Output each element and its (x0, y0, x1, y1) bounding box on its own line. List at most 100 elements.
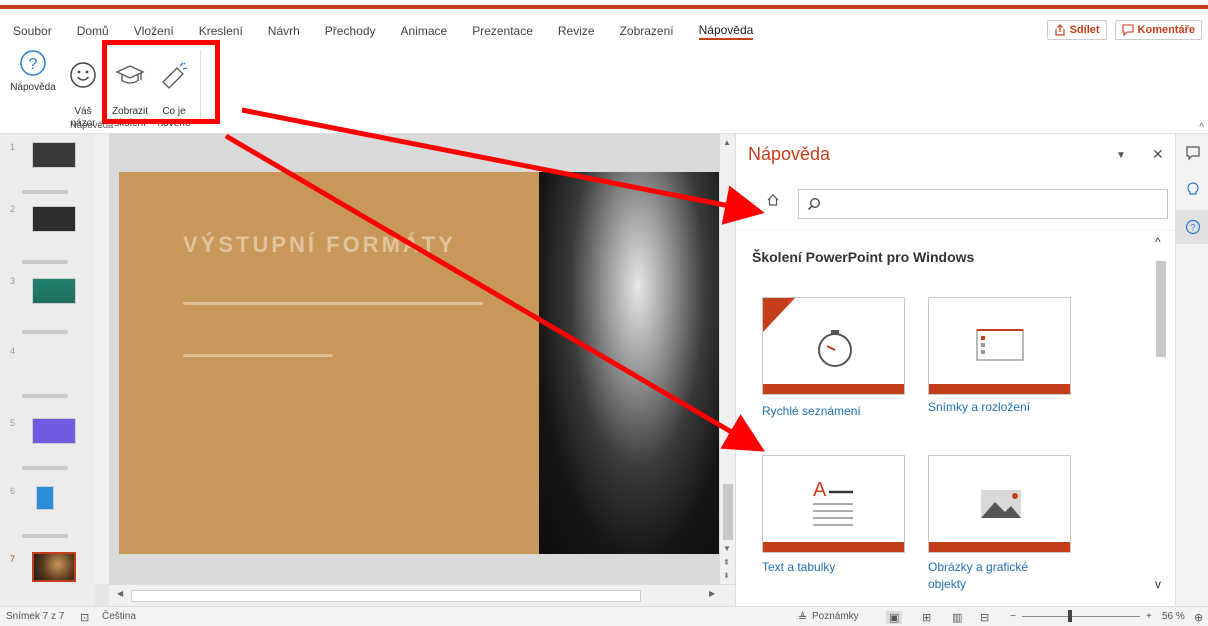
comments-button[interactable]: Komentáře (1114, 20, 1202, 40)
next-slide-icon[interactable]: ⇟ (723, 571, 730, 580)
search-icon (808, 198, 820, 210)
fit-to-window-icon[interactable]: ⊕ (1194, 611, 1203, 624)
help-search-input[interactable] (827, 196, 1157, 212)
tab-animations[interactable]: Animace (401, 24, 448, 38)
zoom-level[interactable]: 56 % (1162, 611, 1185, 622)
scroll-up-icon[interactable]: ▲ (723, 138, 731, 147)
zoom-slider-track[interactable] (1022, 616, 1140, 617)
title-bar-accent (0, 0, 1208, 12)
tab-file[interactable]: Soubor (13, 24, 52, 38)
tab-home[interactable]: Domů (77, 24, 109, 38)
thumb-number: 6 (10, 486, 16, 496)
card-quick-start[interactable] (762, 297, 905, 395)
tab-view[interactable]: Zobrazení (620, 24, 674, 38)
language-indicator[interactable]: Čeština (102, 611, 136, 622)
card-slides-layouts[interactable] (928, 297, 1071, 395)
pane-options-icon[interactable]: ▼ (1116, 150, 1126, 161)
card-text-tables-label[interactable]: Text a tabulky (762, 559, 835, 576)
editor-area: 1 2 3 4 5 6 7 VÝSTUPNÍ FORMÁTY ▲ ▼ ⇞ ⇟ ◀… (0, 134, 735, 606)
scrollbar-track[interactable] (131, 590, 641, 602)
scroll-left-icon[interactable]: ◀ (117, 589, 123, 598)
slide-thumbnail[interactable] (32, 206, 76, 232)
help-content-scrollbar[interactable]: ^ v (1152, 231, 1168, 607)
notes-button-label[interactable]: Poznámky (812, 611, 859, 622)
svg-text:A: A (813, 479, 827, 501)
thumb-number: 4 (10, 346, 16, 356)
help-pane-button[interactable]: ? (1176, 210, 1208, 244)
tab-transitions[interactable]: Přechody (325, 24, 376, 38)
comments-pane-button[interactable] (1176, 136, 1208, 170)
tab-slideshow[interactable]: Prezentace (472, 24, 533, 38)
prev-slide-icon[interactable]: ⇞ (723, 558, 730, 567)
section-label (22, 330, 68, 334)
help-content: Školení PowerPoint pro Windows Rychlé se… (736, 230, 1176, 606)
help-search-box[interactable] (798, 189, 1168, 219)
scroll-down-icon[interactable]: v (1155, 577, 1161, 591)
card-text-tables[interactable]: A (762, 455, 905, 553)
section-label (22, 260, 68, 264)
scrollbar-thumb[interactable] (723, 484, 733, 540)
ideas-button[interactable] (1176, 172, 1208, 206)
slide-vertical-scrollbar[interactable]: ▲ ▼ ⇞ ⇟ (719, 134, 735, 584)
slide-canvas: VÝSTUPNÍ FORMÁTY (109, 134, 719, 584)
scroll-right-icon[interactable]: ▶ (709, 589, 715, 598)
help-button[interactable]: ? Nápověda (8, 48, 58, 94)
comment-icon (1185, 146, 1200, 161)
annotation-highlight-box (102, 40, 220, 124)
tab-review[interactable]: Revize (558, 24, 595, 38)
feedback-button[interactable]: Váš názor (66, 48, 100, 130)
zoom-out-button[interactable]: − (1010, 611, 1016, 622)
current-slide[interactable]: VÝSTUPNÍ FORMÁTY (119, 172, 719, 554)
slide-thumbnail[interactable] (36, 486, 54, 510)
slide-sorter-icon[interactable]: ⊞ (922, 611, 931, 624)
tab-design[interactable]: Návrh (268, 24, 300, 38)
tab-draw[interactable]: Kreslení (199, 24, 243, 38)
slide-title: VÝSTUPNÍ FORMÁTY (183, 232, 456, 257)
thumbnails-scrollbar[interactable] (95, 134, 109, 584)
status-bar: Snímek 7 z 7 ⊡ Čeština ≜ Poznámky ▣ ⊞ ▥ … (0, 606, 1208, 626)
slide-text-panel: VÝSTUPNÍ FORMÁTY (119, 172, 539, 554)
section-label (22, 466, 68, 470)
slide-thumbnail-selected[interactable] (32, 552, 76, 582)
normal-view-icon[interactable]: ▣ (886, 611, 903, 624)
slideshow-icon[interactable]: ⊟ (980, 611, 989, 624)
tabs-right-actions: Sdílet Komentáře (1046, 20, 1202, 40)
zoom-in-button[interactable]: + (1146, 611, 1152, 622)
reading-view-icon[interactable]: ▥ (952, 611, 962, 624)
side-icon-rail: ? (1175, 134, 1208, 606)
slide-counter: Snímek 7 z 7 (6, 611, 65, 622)
notes-icon[interactable]: ≜ (798, 611, 807, 624)
zoom-slider-thumb[interactable] (1068, 610, 1072, 622)
card-quick-start-label[interactable]: Rychlé seznámení (762, 403, 861, 420)
help-pane: Nápověda ▼ ✕ ← Školení PowerPoint pro Wi… (735, 134, 1176, 606)
home-icon[interactable] (766, 193, 780, 207)
slide-thumbnail[interactable] (32, 418, 76, 444)
scroll-up-icon[interactable]: ^ (1155, 235, 1161, 249)
slide-thumbnail[interactable] (32, 278, 76, 304)
collapse-ribbon-icon[interactable]: ^ (1199, 122, 1204, 133)
text-icon: A (813, 479, 853, 526)
slide-thumbnails-pane: 1 2 3 4 5 6 7 (0, 134, 95, 606)
card-accent-bar (763, 542, 904, 552)
share-label: Sdílet (1069, 24, 1100, 36)
thumb-number: 1 (10, 142, 16, 152)
card-slides-layouts-label[interactable]: Snímky a rozložení (928, 399, 1030, 416)
close-icon[interactable]: ✕ (1152, 146, 1164, 163)
slide-thumbnail[interactable] (32, 142, 76, 168)
card-images-graphics-label[interactable]: Obrázky a grafické objekty (928, 559, 1068, 593)
tab-insert[interactable]: Vložení (134, 24, 174, 38)
training-heading: Školení PowerPoint pro Windows (752, 249, 975, 265)
help-pane-title: Nápověda (748, 144, 831, 164)
comment-icon (1121, 24, 1134, 36)
card-images-graphics[interactable] (928, 455, 1071, 553)
tab-help[interactable]: Nápověda (698, 23, 754, 40)
accessibility-icon[interactable]: ⊡ (80, 611, 89, 624)
svg-text:?: ? (29, 56, 38, 73)
share-button[interactable]: Sdílet (1046, 20, 1107, 40)
card-accent-bar (763, 384, 904, 394)
scroll-down-icon[interactable]: ▼ (723, 544, 731, 553)
help-circle-icon: ? (1185, 219, 1200, 235)
slide-horizontal-scrollbar[interactable]: ◀ ▶ (109, 584, 735, 606)
back-arrow-icon[interactable]: ← (744, 192, 758, 208)
scrollbar-thumb[interactable] (1156, 261, 1166, 357)
